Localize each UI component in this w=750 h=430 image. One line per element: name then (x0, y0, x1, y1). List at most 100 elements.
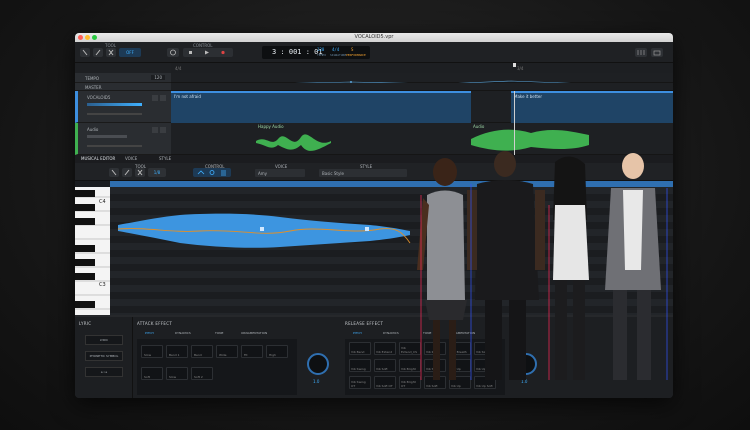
cell-label: Vib Swing (351, 367, 366, 371)
attack-tab-tone[interactable]: TONE (215, 331, 223, 335)
release-cell[interactable]: Vib Soft OT (374, 376, 396, 389)
lyric-panel: LYRIC LYRIC PHONETIC SYMBOL a i e (75, 317, 133, 398)
minimize-button[interactable] (85, 35, 90, 40)
cell-label: Soft (144, 375, 150, 379)
attack-cell[interactable]: Slow (141, 345, 163, 358)
editor-scissors-button[interactable] (135, 168, 145, 177)
attack-tabs: PITCH DYNAMICS TONE ORNAMENTATION (137, 331, 297, 337)
cell-label: Bend 1 (169, 353, 180, 357)
tab-musical-editor[interactable]: MUSICAL EDITOR (81, 155, 115, 163)
style-value: Basic Style (322, 171, 344, 176)
character-3 (553, 156, 589, 380)
attack-depth-knob[interactable] (307, 353, 329, 375)
control-mode-buttons[interactable] (193, 168, 231, 177)
zoom-button[interactable] (92, 35, 97, 40)
mute-button[interactable] (152, 95, 158, 101)
transport-icons (189, 50, 225, 55)
release-cell[interactable]: Vib Bend (349, 342, 371, 355)
performance-caption: PERFORMANCE (346, 53, 366, 57)
editor-pointer-button[interactable] (109, 168, 119, 177)
browser-button[interactable] (651, 48, 663, 57)
voice-value: Amy (258, 171, 267, 176)
playhead-line (514, 91, 515, 155)
piano-keyboard[interactable]: C4 C3 (75, 187, 110, 315)
sliders-icon (637, 50, 645, 55)
track-name: Audio (87, 127, 99, 132)
transport-display: 3 : 001 : 01 120 TEMPO 4/4 SIGNATURE S P… (262, 46, 370, 59)
time-readout: 3 : 001 : 01 (272, 48, 323, 56)
loop-button[interactable] (167, 48, 179, 57)
ruler-marker-left: 4/4 (175, 66, 182, 71)
pan-slider[interactable] (87, 145, 142, 147)
release-tab-dynamics[interactable]: DYNAMICS (383, 331, 399, 335)
master-track-header: MASTER (75, 83, 171, 91)
master-lane (171, 83, 673, 91)
play-icon (205, 50, 209, 55)
cell-label: Vib Bend (351, 350, 365, 354)
tempo-track-value[interactable]: 120 (151, 75, 165, 80)
attack-cell[interactable]: Soft 2 (191, 367, 213, 380)
cell-label: Vib Extend (376, 350, 393, 354)
release-tab-pitch[interactable]: PITCH (353, 331, 362, 335)
attack-tab-ornamentation[interactable]: ORNAMENTATION (241, 331, 267, 335)
title-bar: VOCALOID5.vpr (75, 33, 673, 42)
pointer-tool-button[interactable] (80, 48, 90, 57)
release-cell[interactable]: Vib Soft (374, 359, 396, 372)
record-icon (221, 50, 225, 55)
phonetic-button[interactable]: PHONETIC SYMBOL (85, 351, 123, 361)
attack-tab-pitch[interactable]: PITCH (145, 331, 154, 335)
release-cell[interactable]: Vib Swing OT (349, 376, 371, 389)
loop-icon (170, 49, 176, 56)
pencil-tool-button[interactable] (93, 48, 103, 57)
vocal-part-2[interactable]: Make it better (511, 91, 673, 123)
cell-label: Slow (169, 375, 177, 379)
cell-label: Fit (244, 353, 248, 357)
tab-style[interactable]: STYLE (159, 155, 171, 163)
note-handle (365, 227, 369, 231)
close-button[interactable] (78, 35, 83, 40)
vocal-part-1[interactable]: I'm not afraid (171, 91, 471, 123)
phoneme-input[interactable]: a i e (85, 367, 123, 377)
pencil-icon (95, 49, 101, 56)
style-select[interactable]: Basic Style (319, 169, 407, 177)
audio-part-1[interactable]: Happy Audio (256, 123, 331, 153)
tempo-lane[interactable] (171, 73, 673, 85)
track-header-audio[interactable]: Audio (75, 123, 171, 155)
off-toggle-button[interactable]: OFF (119, 48, 141, 57)
editor-pencil-button[interactable] (122, 168, 132, 177)
release-title: RELEASE EFFECT (345, 321, 384, 326)
lyric-button[interactable]: LYRIC (85, 335, 123, 345)
solo-button[interactable] (160, 95, 166, 101)
arrangement-area: 4/4 3/4 TEMPO 120 MASTER VOCALOID5 I'm n… (75, 63, 673, 155)
release-cell[interactable]: Vib Swing (349, 359, 371, 372)
note-handle (260, 227, 264, 231)
attack-cell[interactable]: Slow (166, 367, 188, 380)
attack-cell[interactable]: Soft (141, 367, 163, 380)
mixer-button[interactable] (635, 48, 647, 57)
mute-button[interactable] (152, 127, 158, 133)
attack-cell[interactable]: Fit (241, 345, 263, 358)
attack-tab-dynamics[interactable]: DYNAMICS (175, 331, 191, 335)
attack-cell[interactable]: Bend (191, 345, 213, 358)
playhead-top[interactable] (513, 63, 516, 67)
phonetic-button-label: PHONETIC SYMBOL (89, 354, 119, 358)
attack-effect-panel: ATTACK EFFECT PITCH DYNAMICS TONE ORNAME… (135, 317, 347, 398)
cell-label: High (269, 353, 276, 357)
ruler[interactable]: 4/4 3/4 (171, 63, 673, 73)
volume-meter (87, 103, 142, 106)
attack-cell[interactable]: High (266, 345, 288, 358)
tempo-track-label: TEMPO (85, 76, 99, 81)
control-icons (197, 170, 226, 176)
pointer-icon (82, 49, 88, 56)
scissors-tool-button[interactable] (106, 48, 116, 57)
attack-cell[interactable]: Wide (216, 345, 238, 358)
tab-voice[interactable]: VOICE (125, 155, 137, 163)
track-header-vocaloid[interactable]: VOCALOID5 (75, 91, 171, 123)
audio-part-2[interactable]: Audio (471, 123, 589, 153)
release-cell[interactable]: Vib Extend (374, 342, 396, 355)
grid-select[interactable]: 1/8 (148, 168, 166, 177)
voice-select[interactable]: Amy (255, 169, 305, 177)
pan-slider[interactable] (87, 113, 142, 115)
attack-cell[interactable]: Bend 1 (166, 345, 188, 358)
solo-button[interactable] (160, 127, 166, 133)
